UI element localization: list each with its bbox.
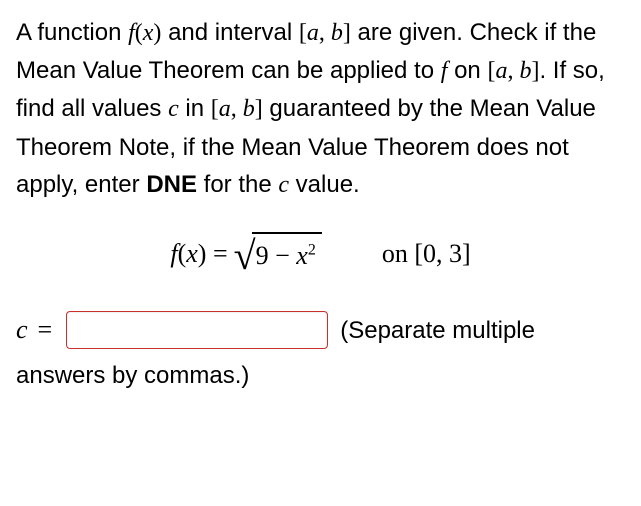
text: [ [299,20,307,46]
b-symbol: b [243,96,255,122]
text: , [231,96,243,122]
a-symbol: a [307,20,319,46]
text: [ [211,96,219,122]
b-symbol: b [331,20,343,46]
nine: 9 [256,241,269,270]
f-symbol: f [170,239,177,268]
text: ( [135,20,143,46]
separate-note-1: (Separate multiple [340,312,535,349]
c-symbol: c [168,96,179,122]
text: value. [289,171,360,198]
text: , [319,20,331,46]
a-symbol: a [219,96,231,122]
f-symbol: f [128,20,135,46]
on-text: on [382,239,415,268]
equals: = [206,239,227,268]
text: ] [343,20,351,46]
problem-statement: A function f(x) and interval [a, b] are … [16,14,625,204]
text: ( [178,239,187,268]
equation-row: f(x) = √ 9 − x2 on [0, 3] [16,232,625,276]
x-symbol: x [296,241,308,270]
c-symbol: c [278,172,289,198]
text: , [507,58,519,84]
x-symbol: x [143,20,154,46]
text: for the [197,171,278,198]
a-symbol: a [495,58,507,84]
dne-text: DNE [146,171,197,198]
text: on [447,57,487,84]
lhs: f(x) = [170,234,227,274]
interval: [0, 3] [414,239,470,268]
radicand: 9 − x2 [252,232,322,276]
minus: − [269,241,297,270]
interval-spec: on [0, 3] [382,234,471,274]
sqrt-expression: √ 9 − x2 [234,232,322,276]
b-symbol: b [519,58,531,84]
answer-row: c = (Separate multiple [16,310,625,350]
equals: = [38,310,53,350]
c-value-input[interactable] [66,311,328,349]
c-symbol: c [16,310,28,350]
text: A function [16,19,128,46]
separate-note-2: answers by commas.) [16,357,625,394]
x-symbol: x [186,239,198,268]
text: and interval [161,19,298,46]
text: in [179,95,211,122]
function-definition: f(x) = √ 9 − x2 [170,232,321,276]
exponent: 2 [308,241,316,258]
text: ] [255,96,263,122]
